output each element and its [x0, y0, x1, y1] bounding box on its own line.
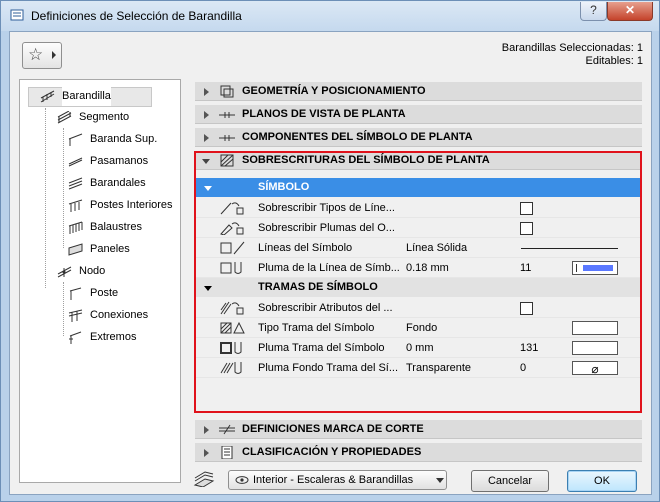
title-bar: Definiciones de Selección de Barandilla …	[1, 1, 659, 31]
top-rail-icon	[68, 133, 83, 146]
app-icon	[10, 9, 24, 21]
railing-icon	[40, 90, 55, 103]
expand-arrow-icon	[204, 449, 209, 457]
editable-count: Editables: 1	[585, 55, 643, 67]
ok-button[interactable]: OK	[567, 470, 637, 492]
railing-tool-icon	[193, 471, 215, 487]
chevron-right-icon	[52, 51, 56, 59]
window-title: Definiciones de Selección de Barandilla	[31, 9, 242, 23]
chevron-down-icon	[436, 478, 444, 483]
rails-icon	[68, 177, 83, 190]
highlight-frame	[194, 151, 642, 413]
cut-marker-icon	[219, 424, 235, 435]
balusters-icon	[68, 221, 83, 234]
selected-count: Barandillas Seleccionadas: 1	[501, 42, 643, 54]
section-floor-plan-views[interactable]: PLANOS DE VISTA DE PLANTA	[195, 105, 642, 124]
geometry-icon	[220, 85, 234, 98]
expand-arrow-icon	[204, 426, 209, 434]
dialog-window: Definiciones de Selección de Barandilla …	[0, 0, 660, 502]
ends-icon	[69, 331, 82, 344]
handrail-icon	[68, 157, 83, 167]
cancel-button[interactable]: Cancelar	[471, 470, 549, 492]
section-cut-marker[interactable]: DEFINICIONES MARCA DE CORTE	[195, 420, 642, 439]
section-classification[interactable]: CLASIFICACIÓN Y PROPIEDADES	[195, 443, 642, 462]
classification-icon	[221, 446, 233, 459]
segment-icon	[57, 111, 72, 124]
inner-posts-icon	[68, 199, 83, 212]
expand-arrow-icon	[204, 111, 209, 119]
symbol-components-icon	[219, 135, 235, 141]
panels-icon	[68, 243, 83, 256]
view-favorite-dropdown[interactable]: Interior - Escaleras & Barandillas	[228, 470, 447, 490]
selection-info: Barandillas Seleccionadas: 1 Editables: …	[502, 42, 643, 68]
connections-icon	[68, 309, 83, 322]
expand-arrow-icon	[204, 134, 209, 142]
expand-arrow-icon	[204, 88, 209, 96]
section-symbol-components[interactable]: COMPONENTES DEL SÍMBOLO DE PLANTA	[195, 128, 642, 147]
floor-plan-icon	[219, 112, 235, 118]
settings-tree: Barandilla Segmento Baranda Sup. Pasaman…	[19, 79, 181, 483]
help-button[interactable]: ?	[580, 2, 607, 21]
post-icon	[69, 287, 82, 300]
section-geometry[interactable]: GEOMETRÍA Y POSICIONAMIENTO	[195, 82, 642, 101]
node-icon	[57, 266, 72, 278]
star-icon: ☆	[28, 45, 44, 65]
close-button[interactable]: ✕	[607, 2, 653, 21]
eye-icon	[235, 476, 249, 484]
favorites-button[interactable]: ☆	[22, 42, 62, 69]
